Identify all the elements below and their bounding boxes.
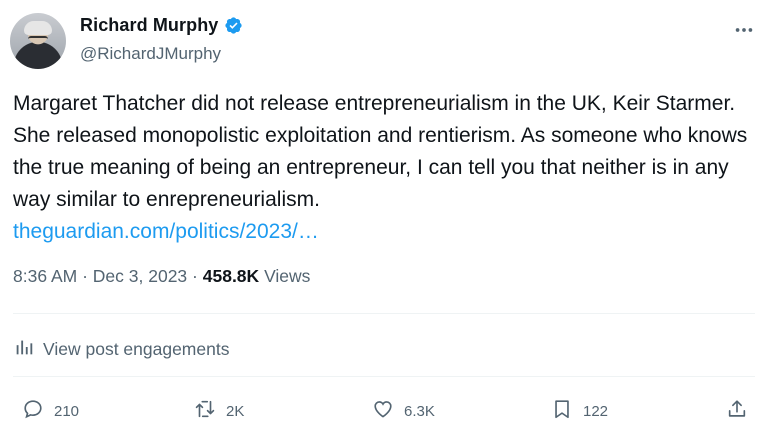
reply-button[interactable]: 210 (22, 398, 79, 424)
author-name-row: Richard Murphy (80, 15, 243, 36)
meta-separator: · (82, 266, 88, 286)
avatar-glasses (28, 36, 48, 43)
view-engagements-link[interactable]: View post engagements (13, 336, 229, 363)
reply-icon (22, 398, 44, 424)
tweet-text: Margaret Thatcher did not release entrep… (13, 88, 753, 248)
bookmark-button[interactable]: 122 (551, 398, 608, 424)
view-engagements-label: View post engagements (43, 339, 230, 359)
heart-icon (372, 398, 394, 424)
share-button[interactable] (726, 398, 748, 424)
reply-count: 210 (54, 402, 80, 420)
bar-chart-icon (13, 336, 35, 363)
tweet-header: Richard Murphy @RichardJMurphy (0, 0, 768, 80)
tweet-meta: 8:36 AM · Dec 3, 2023 · 458.8K Views (13, 266, 310, 287)
repost-icon (194, 398, 216, 424)
verified-badge-icon[interactable] (224, 16, 243, 35)
tweet-time[interactable]: 8:36 AM (13, 266, 77, 286)
divider (13, 313, 755, 314)
like-button[interactable]: 6.3K (372, 398, 435, 424)
author-name[interactable]: Richard Murphy (80, 15, 218, 36)
bookmark-icon (551, 398, 573, 424)
views-label: Views (264, 266, 311, 286)
tweet-date[interactable]: Dec 3, 2023 (93, 266, 187, 286)
repost-button[interactable]: 2K (194, 398, 244, 424)
bookmark-count: 122 (583, 402, 609, 420)
repost-count: 2K (226, 402, 245, 420)
tweet-link[interactable]: theguardian.com/politics/2023/… (13, 216, 753, 248)
meta-separator-2: · (192, 266, 198, 286)
like-count: 6.3K (404, 402, 435, 420)
avatar-hair (24, 21, 52, 35)
action-bar: 210 2K 6.3K 122 (0, 398, 768, 428)
more-dots-icon[interactable] (732, 18, 756, 42)
divider-2 (13, 376, 755, 377)
views-count: 458.8K (202, 266, 260, 286)
avatar[interactable] (10, 13, 66, 69)
author-handle[interactable]: @RichardJMurphy (80, 44, 221, 64)
tweet-body: Margaret Thatcher did not release entrep… (13, 92, 748, 211)
share-icon (726, 398, 748, 424)
